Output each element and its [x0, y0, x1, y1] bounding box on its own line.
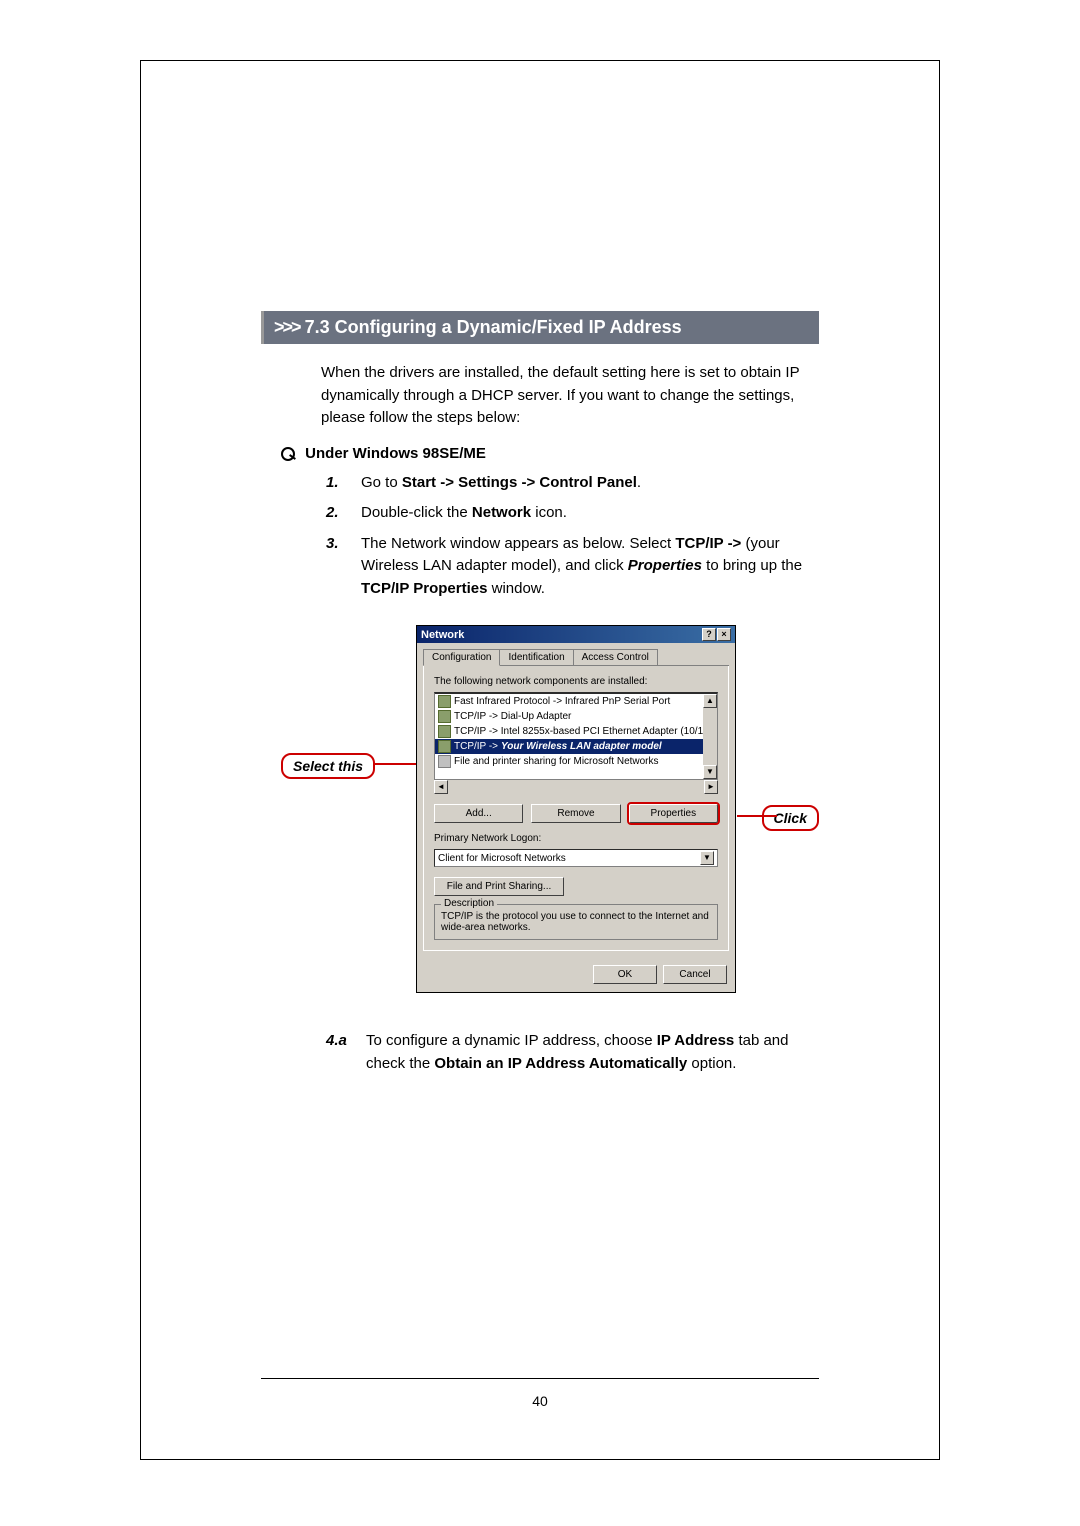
step-3: 3. The Network window appears as below. … [326, 533, 819, 601]
step-text: To configure a dynamic IP address, choos… [366, 1030, 819, 1075]
callout-line [373, 763, 418, 765]
list-item[interactable]: File and printer sharing for Microsoft N… [435, 754, 717, 769]
close-button[interactable]: × [717, 628, 731, 641]
section-header: >>> 7.3 Configuring a Dynamic/Fixed IP A… [261, 311, 819, 344]
chevron-down-icon[interactable]: ▼ [700, 851, 714, 865]
dialog-titlebar: Network ? × [417, 626, 735, 643]
document-page: >>> 7.3 Configuring a Dynamic/Fixed IP A… [140, 60, 940, 1460]
dialog-title-text: Network [421, 629, 464, 641]
tab-panel: The following network components are ins… [423, 666, 729, 951]
callout-line [737, 815, 777, 817]
scroll-up-icon[interactable]: ▲ [703, 694, 717, 708]
file-print-sharing-button[interactable]: File and Print Sharing... [434, 877, 564, 896]
dialog-footer: OK Cancel [417, 957, 735, 992]
protocol-icon [438, 725, 451, 738]
subheading-row: Under Windows 98SE/ME [281, 445, 819, 462]
step-4a: 4.a To configure a dynamic IP address, c… [326, 1030, 819, 1075]
list-item[interactable]: TCP/IP -> Intel 8255x-based PCI Ethernet… [435, 724, 717, 739]
step-text: The Network window appears as below. Sel… [361, 533, 819, 601]
magnifier-icon [281, 447, 295, 461]
description-group: Description TCP/IP is the protocol you u… [434, 904, 718, 940]
scrollbar-vertical[interactable]: ▲ ▼ [703, 694, 717, 779]
protocol-icon [438, 740, 451, 753]
tab-identification[interactable]: Identification [499, 649, 573, 665]
page-content: >>> 7.3 Configuring a Dynamic/Fixed IP A… [141, 61, 939, 1075]
add-button[interactable]: Add... [434, 804, 523, 823]
step-num: 4.a [326, 1030, 366, 1075]
cancel-button[interactable]: Cancel [663, 965, 727, 984]
protocol-icon [438, 710, 451, 723]
callout-select-this: Select this [281, 753, 375, 779]
step-text: Double-click the Network icon. [361, 502, 819, 525]
scroll-track[interactable] [448, 780, 704, 794]
titlebar-buttons: ? × [702, 628, 731, 641]
chevron-marker: >>> [274, 317, 300, 337]
tab-access-control[interactable]: Access Control [573, 649, 658, 665]
properties-button[interactable]: Properties [629, 804, 718, 823]
combo-value: Client for Microsoft Networks [438, 853, 566, 864]
step-text: Go to Start -> Settings -> Control Panel… [361, 472, 819, 495]
tab-strip: Configuration Identification Access Cont… [423, 649, 729, 666]
remove-button[interactable]: Remove [531, 804, 620, 823]
description-text: TCP/IP is the protocol you use to connec… [441, 911, 709, 933]
step-num: 2. [326, 502, 361, 525]
screenshot-area: Select this Click Network ? × Configurat… [281, 625, 819, 1005]
primary-logon-label: Primary Network Logon: [434, 833, 718, 844]
step-num: 3. [326, 533, 361, 601]
step-list: 1. Go to Start -> Settings -> Control Pa… [326, 472, 819, 601]
adapter-model-label: Your Wireless LAN adapter model [501, 741, 662, 752]
list-item[interactable]: TCP/IP -> Dial-Up Adapter [435, 709, 717, 724]
subheading-text: Under Windows 98SE/ME [305, 445, 486, 462]
dialog-body: Configuration Identification Access Cont… [417, 643, 735, 957]
intro-text: When the drivers are installed, the defa… [321, 362, 819, 430]
ok-button[interactable]: OK [593, 965, 657, 984]
protocol-icon [438, 695, 451, 708]
primary-logon-combo[interactable]: Client for Microsoft Networks ▼ [434, 849, 718, 867]
scroll-down-icon[interactable]: ▼ [703, 765, 717, 779]
components-label: The following network components are ins… [434, 676, 718, 687]
page-number: 40 [141, 1393, 939, 1409]
section-number: 7.3 [305, 317, 330, 337]
horizontal-rule [261, 1378, 819, 1379]
step-list-continued: 4.a To configure a dynamic IP address, c… [326, 1030, 819, 1075]
network-dialog: Network ? × Configuration Identification… [416, 625, 736, 993]
service-icon [438, 755, 451, 768]
section-title: Configuring a Dynamic/Fixed IP Address [335, 317, 682, 337]
list-item-selected[interactable]: TCP/IP -> Your Wireless LAN adapter mode… [435, 739, 717, 754]
scroll-left-icon[interactable]: ◄ [434, 780, 448, 794]
components-listbox[interactable]: Fast Infrared Protocol -> Infrared PnP S… [434, 692, 718, 780]
help-button[interactable]: ? [702, 628, 716, 641]
step-2: 2. Double-click the Network icon. [326, 502, 819, 525]
step-1: 1. Go to Start -> Settings -> Control Pa… [326, 472, 819, 495]
callout-click: Click [762, 805, 819, 831]
description-title: Description [441, 898, 497, 909]
step-num: 1. [326, 472, 361, 495]
button-row: Add... Remove Properties [434, 804, 718, 823]
scrollbar-horizontal[interactable]: ◄ ► [434, 780, 718, 794]
tab-configuration[interactable]: Configuration [423, 649, 500, 666]
scroll-right-icon[interactable]: ► [704, 780, 718, 794]
list-item[interactable]: Fast Infrared Protocol -> Infrared PnP S… [435, 694, 717, 709]
